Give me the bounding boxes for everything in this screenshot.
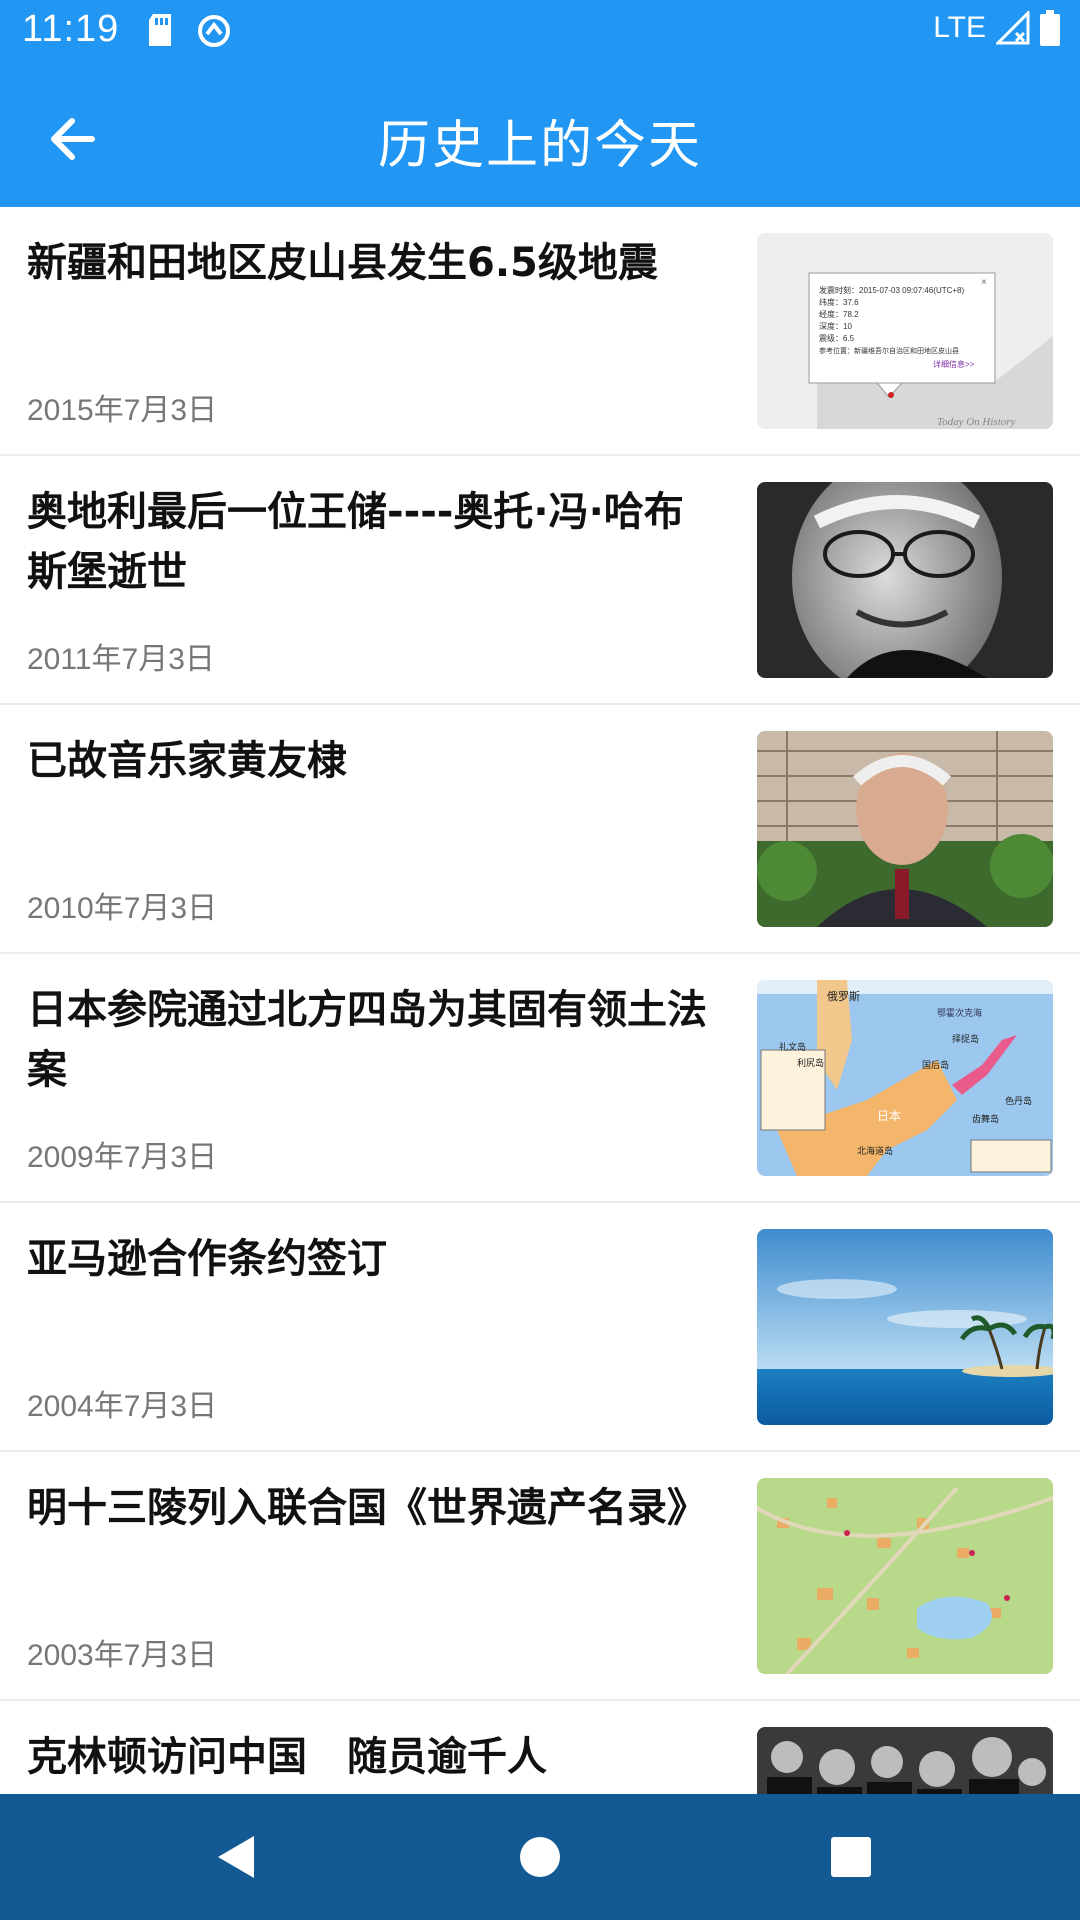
map-label: 齿舞岛: [972, 1113, 999, 1125]
nav-back-triangle-icon: [218, 1836, 254, 1878]
crowd-photo: [757, 1727, 1053, 1794]
popup-line: 经度：78.2: [819, 309, 859, 319]
list-item[interactable]: 奥地利最后一位王储----奥托·冯·哈布斯堡逝世 2011年7月3日: [0, 456, 1080, 705]
map-image: [757, 1478, 1053, 1674]
list-item[interactable]: 新疆和田地区皮山县发生6.5级地震 2015年7月3日 发震时刻：2015-07…: [0, 207, 1080, 456]
event-thumbnail: [757, 1727, 1053, 1794]
map-label: 国后岛: [922, 1059, 949, 1071]
nav-recents-square-icon: [831, 1837, 871, 1877]
signal-icon: [996, 11, 1030, 45]
popup-line: 参考位置：新疆维吾尔自治区和田地区皮山县: [819, 346, 959, 355]
event-date: 2010年7月3日: [27, 892, 218, 925]
event-thumbnail: [757, 1478, 1053, 1674]
event-title: 奥地利最后一位王储----奥托·冯·哈布斯堡逝世: [27, 489, 684, 595]
list-item[interactable]: 日本参院通过北方四岛为其固有领土法案 2009年7月3日 俄罗斯 鄂霍次克海 择…: [0, 954, 1080, 1203]
network-type: LTE: [933, 11, 986, 44]
data-saver-icon: [198, 15, 230, 47]
popup-link: 详细信息>>: [933, 359, 975, 369]
map-label: 俄罗斯: [827, 990, 860, 1003]
system-nav-bar: [0, 1794, 1080, 1920]
event-thumbnail: [757, 731, 1053, 927]
app-bar: 历史上的今天: [0, 63, 1080, 207]
portrait-photo: [757, 482, 1053, 678]
popup-line: 震级：6.5: [819, 333, 855, 343]
portrait-photo: [757, 731, 1053, 927]
status-time: 11:19: [22, 8, 120, 50]
event-thumbnail: 发震时刻：2015-07-03 09:07:46(UTC+8) 纬度：37.6 …: [757, 233, 1053, 429]
event-title: 明十三陵列入联合国《世界遗产名录》: [27, 1485, 707, 1531]
battery-icon: [1040, 10, 1060, 46]
popup-line: 深度：10: [819, 321, 852, 331]
list-item[interactable]: 亚马逊合作条约签订 2004年7月3日: [0, 1203, 1080, 1452]
page-title: 历史上的今天: [377, 116, 702, 176]
map-label: 礼文岛: [779, 1041, 806, 1053]
event-date: 2009年7月3日: [27, 1141, 218, 1174]
status-left-icons: [145, 12, 233, 50]
popup-line: 发震时刻：2015-07-03 09:07:46(UTC+8): [819, 285, 965, 295]
map-label: 北海道岛: [857, 1145, 893, 1157]
nav-home-circle-icon: [520, 1837, 560, 1877]
popup-line: 纬度：37.6: [819, 297, 859, 307]
event-title: 日本参院通过北方四岛为其固有领土法案: [27, 987, 707, 1093]
nav-recents-button[interactable]: [818, 1824, 884, 1890]
sd-card-icon: [149, 14, 171, 46]
earthquake-map-popup-image: 发震时刻：2015-07-03 09:07:46(UTC+8) 纬度：37.6 …: [757, 233, 1053, 429]
status-right-icons: LTE: [933, 10, 1060, 46]
nav-back-button[interactable]: [204, 1824, 270, 1890]
event-title: 已故音乐家黄友棣: [27, 738, 347, 784]
map-label: 日本: [877, 1109, 901, 1123]
event-date: 2015年7月3日: [27, 394, 218, 427]
map-label: 鄂霍次克海: [937, 1007, 982, 1019]
event-list[interactable]: 新疆和田地区皮山县发生6.5级地震 2015年7月3日 发震时刻：2015-07…: [0, 207, 1080, 1794]
map-label: 利尻岛: [797, 1057, 824, 1069]
sea-island-image: [757, 1229, 1053, 1425]
list-item[interactable]: 明十三陵列入联合国《世界遗产名录》 2003年7月3日: [0, 1452, 1080, 1701]
event-date: 2011年7月3日: [27, 643, 215, 676]
event-thumbnail: 俄罗斯 鄂霍次克海 择捉岛 国后岛 色丹岛 齿舞岛 礼文岛 利尻岛 北海道岛 日…: [757, 980, 1053, 1176]
list-item[interactable]: 已故音乐家黄友棣 2010年7月3日: [0, 705, 1080, 954]
event-title: 克林顿访问中国 随员逾千人: [27, 1734, 547, 1780]
map-label: 择捉岛: [952, 1033, 979, 1045]
event-date: 2004年7月3日: [27, 1390, 218, 1423]
map-label: 色丹岛: [1005, 1095, 1032, 1107]
event-thumbnail: [757, 482, 1053, 678]
event-thumbnail: [757, 1229, 1053, 1425]
event-date: 2003年7月3日: [27, 1639, 218, 1672]
list-item[interactable]: 克林顿访问中国 随员逾千人: [0, 1701, 1080, 1794]
event-title: 新疆和田地区皮山县发生6.5级地震: [27, 240, 658, 286]
map-image: 俄罗斯 鄂霍次克海 择捉岛 国后岛 色丹岛 齿舞岛 礼文岛 利尻岛 北海道岛 日…: [757, 980, 1053, 1176]
watermark: Today On History: [937, 416, 1016, 428]
svg-text:×: ×: [981, 277, 987, 288]
nav-home-button[interactable]: [507, 1824, 573, 1890]
status-bar: 11:19 LTE: [0, 0, 1080, 63]
event-title: 亚马逊合作条约签订: [27, 1236, 387, 1282]
